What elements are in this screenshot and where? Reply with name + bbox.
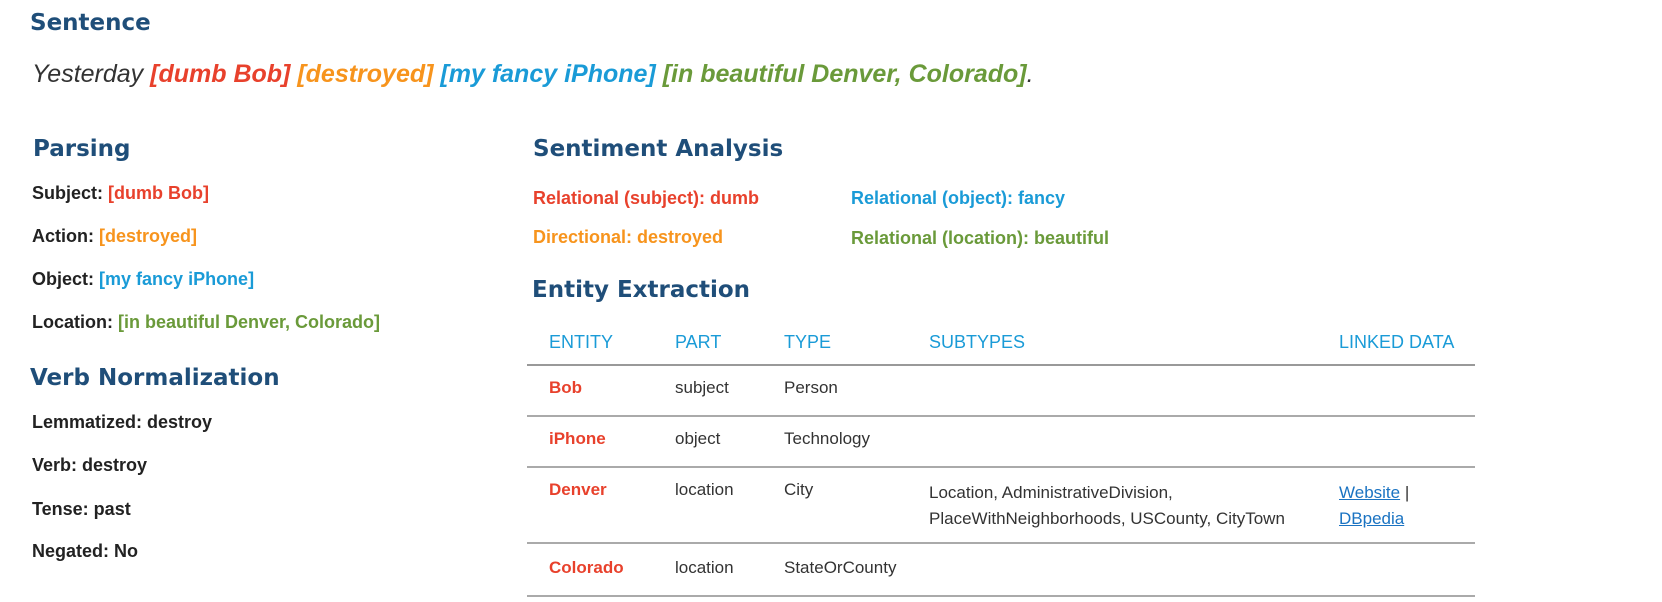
cell-linked-data: Website | DBpedia — [1317, 467, 1475, 544]
parsing-subject-value: [dumb Bob] — [108, 183, 209, 203]
cell-entity: Bob — [527, 365, 653, 417]
cell-part: location — [653, 467, 762, 544]
cell-part: object — [653, 416, 762, 468]
col-header-linked-data: LINKED DATA — [1317, 320, 1475, 366]
sentiment-directional: Directional: destroyed — [533, 227, 724, 247]
subtypes-line-2: PlaceWithNeighborhoods, USCounty, CityTo… — [929, 509, 1285, 528]
table-row: Denver location City Location, Administr… — [527, 467, 1475, 544]
col-header-entity: ENTITY — [527, 320, 653, 366]
cell-part: subject — [653, 365, 762, 417]
cell-type: City — [762, 467, 907, 544]
parsing-subject-label: Subject: — [32, 183, 104, 203]
cell-linked-data — [1317, 543, 1475, 597]
cell-entity: iPhone — [527, 416, 653, 468]
col-header-type: TYPE — [762, 320, 907, 366]
verb-negated: Negated: No — [32, 541, 139, 561]
entity-extraction-heading: Entity Extraction — [532, 277, 751, 303]
sentence-heading: Sentence — [30, 10, 151, 36]
cell-entity: Colorado — [527, 543, 653, 597]
cell-subtypes — [907, 543, 1317, 597]
parsing-action: Action: [destroyed] — [32, 226, 197, 247]
sentence-suffix: . — [1026, 60, 1034, 88]
parsing-heading: Parsing — [33, 136, 131, 162]
verb-normalization-heading: Verb Normalization — [30, 365, 280, 391]
cell-subtypes — [907, 416, 1317, 468]
parsing-action-label: Action: — [32, 226, 94, 246]
cell-subtypes: Location, AdministrativeDivision, PlaceW… — [907, 467, 1317, 544]
sentiment-relational-object: Relational (object): fancy — [851, 188, 1066, 208]
verb-tense: Tense: past — [32, 499, 131, 519]
cell-type: StateOrCounty — [762, 543, 907, 597]
sentence-location: [in beautiful Denver, Colorado] — [662, 60, 1027, 88]
sentiment-heading: Sentiment Analysis — [533, 136, 784, 162]
website-link[interactable]: Website — [1339, 483, 1400, 502]
parsing-location: Location: [in beautiful Denver, Colorado… — [32, 312, 380, 333]
sentence-subject: [dumb Bob] — [150, 60, 291, 88]
parsing-object: Object: [my fancy iPhone] — [32, 269, 254, 290]
cell-entity: Denver — [527, 467, 653, 544]
sentence-object: [my fancy iPhone] — [440, 60, 656, 88]
table-row: Colorado location StateOrCounty — [527, 543, 1475, 597]
verb-lemmatized: Lemmatized: destroy — [32, 412, 213, 432]
link-separator: | — [1400, 483, 1410, 502]
sentiment-relational-subject: Relational (subject): dumb — [533, 188, 760, 208]
dbpedia-link[interactable]: DBpedia — [1339, 509, 1404, 528]
cell-linked-data — [1317, 416, 1475, 468]
cell-subtypes — [907, 365, 1317, 417]
cell-type: Technology — [762, 416, 907, 468]
parsing-action-value: [destroyed] — [99, 226, 198, 246]
sentence-prefix: Yesterday — [32, 60, 151, 88]
sentence-action: [destroyed] — [297, 60, 434, 88]
cell-part: location — [653, 543, 762, 597]
parsing-object-value: [my fancy iPhone] — [99, 269, 255, 289]
table-row: iPhone object Technology — [527, 416, 1475, 468]
parsing-object-label: Object: — [32, 269, 95, 289]
sentence-text: Yesterday [dumb Bob] [destroyed] [my fan… — [32, 60, 1034, 89]
parsing-location-value: [in beautiful Denver, Colorado] — [118, 312, 381, 332]
col-header-subtypes: SUBTYPES — [907, 320, 1317, 366]
sentiment-relational-location: Relational (location): beautiful — [851, 228, 1110, 248]
entity-table: ENTITY PART TYPE SUBTYPES LINKED DATA Bo… — [527, 320, 1475, 597]
parsing-subject: Subject: [dumb Bob] — [32, 183, 209, 204]
table-row: Bob subject Person — [527, 365, 1475, 417]
subtypes-line-1: Location, AdministrativeDivision, — [929, 483, 1173, 502]
entity-table-header-row: ENTITY PART TYPE SUBTYPES LINKED DATA — [527, 320, 1475, 366]
verb-verb: Verb: destroy — [32, 455, 148, 475]
parsing-location-label: Location: — [32, 312, 113, 332]
cell-linked-data — [1317, 365, 1475, 417]
col-header-part: PART — [653, 320, 762, 366]
cell-type: Person — [762, 365, 907, 417]
